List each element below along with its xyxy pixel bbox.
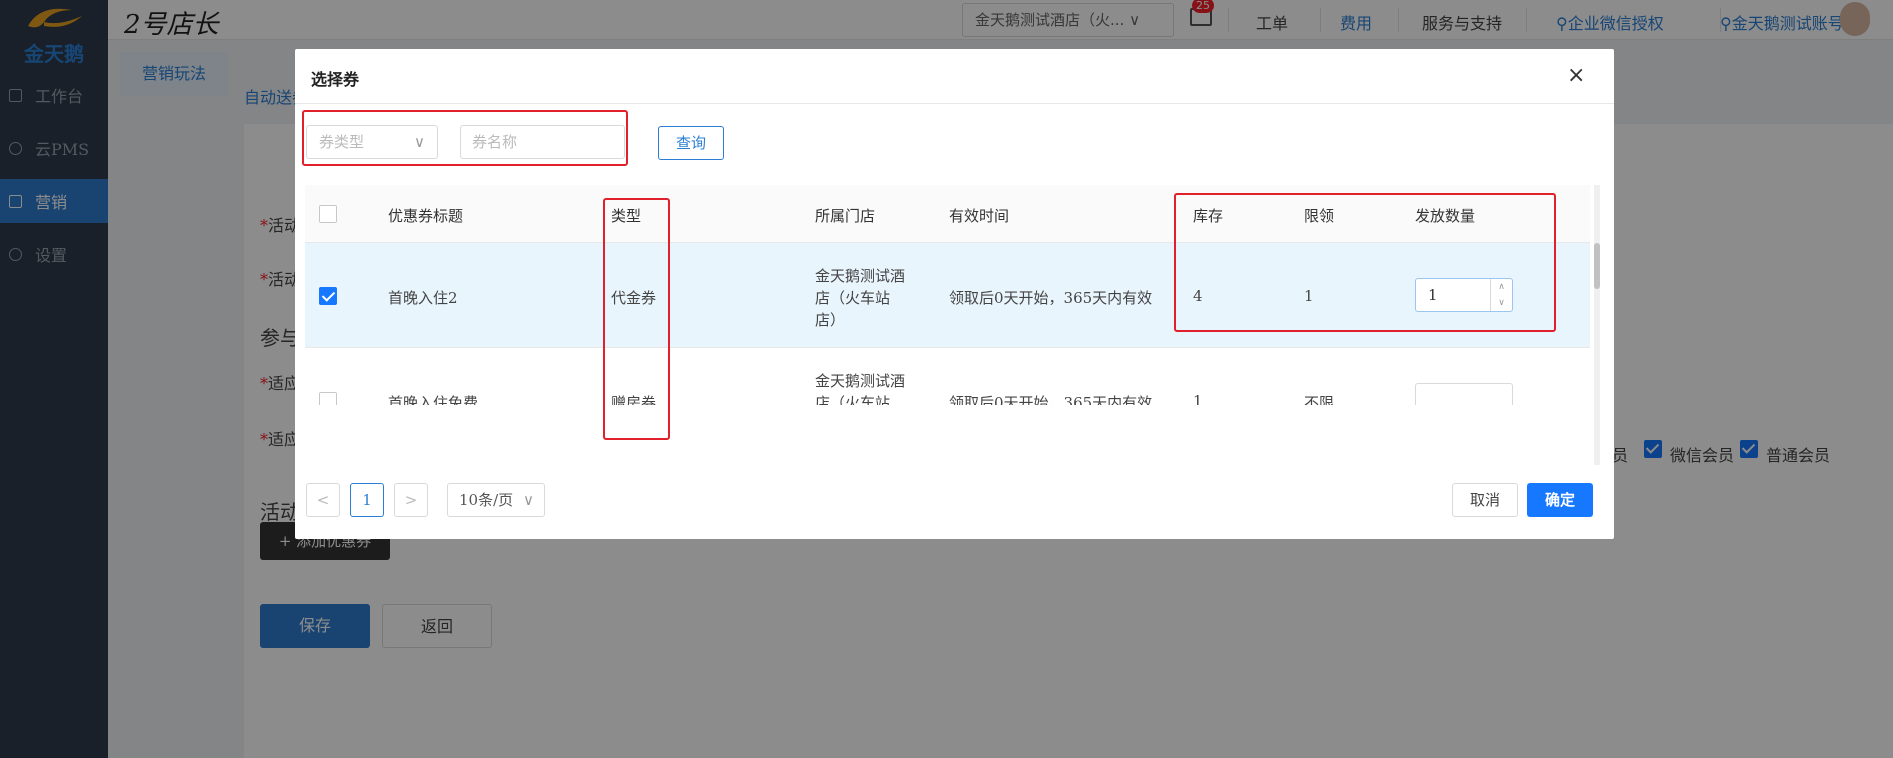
chevron-down-icon: ∨ (523, 491, 534, 509)
table-row[interactable]: 首晚入住免费 赠房券 金天鹅测试酒店（火车站店） 领取后0天开始，365天内有效… (305, 348, 1590, 405)
query-button[interactable]: 查询 (658, 126, 724, 160)
select-coupon-modal: 选择券 × 券类型 ∨ 查询 优惠券标题 类型 所属门店 有效时间 库存 限领 … (295, 49, 1614, 539)
page-size-select[interactable]: 10条/页 ∨ (447, 483, 545, 517)
modal-title: 选择券 (311, 70, 360, 89)
coupon-store: 金天鹅测试酒店（火车站店） (815, 372, 906, 405)
select-all-checkbox[interactable] (319, 205, 337, 223)
prev-page-button[interactable]: < (306, 483, 340, 517)
coupon-store: 金天鹅测试酒店（火车站店） (815, 267, 906, 329)
row-checkbox[interactable] (319, 287, 337, 305)
coupon-title: 首晚入住免费 (388, 394, 479, 405)
row-checkbox[interactable] (319, 392, 337, 405)
modal-header: 选择券 × (295, 49, 1614, 104)
col-valid: 有效时间 (949, 207, 1010, 225)
coupon-limit: 不限 (1304, 394, 1335, 405)
next-page-button[interactable]: > (394, 483, 428, 517)
coupon-valid: 领取后0天开始，365天内有效 (949, 289, 1153, 307)
close-icon[interactable]: × (1567, 63, 1585, 88)
coupon-valid: 领取后0天开始，365天内有效 (949, 394, 1153, 405)
col-store: 所属门店 (815, 207, 876, 225)
cancel-button[interactable]: 取消 (1452, 483, 1518, 517)
highlight-box (603, 198, 670, 440)
page-size-value: 10条/页 (459, 491, 514, 509)
highlight-box (1174, 193, 1556, 332)
coupon-title: 首晚入住2 (388, 289, 458, 307)
coupon-stock: 1 (1193, 392, 1203, 405)
quantity-input[interactable] (1415, 383, 1513, 405)
table-scrollbar[interactable] (1594, 185, 1600, 465)
confirm-button[interactable]: 确定 (1527, 483, 1593, 517)
scrollbar-thumb[interactable] (1594, 243, 1600, 289)
highlight-box (302, 110, 628, 166)
page-1-button[interactable]: 1 (350, 483, 384, 517)
col-title: 优惠券标题 (388, 207, 464, 225)
